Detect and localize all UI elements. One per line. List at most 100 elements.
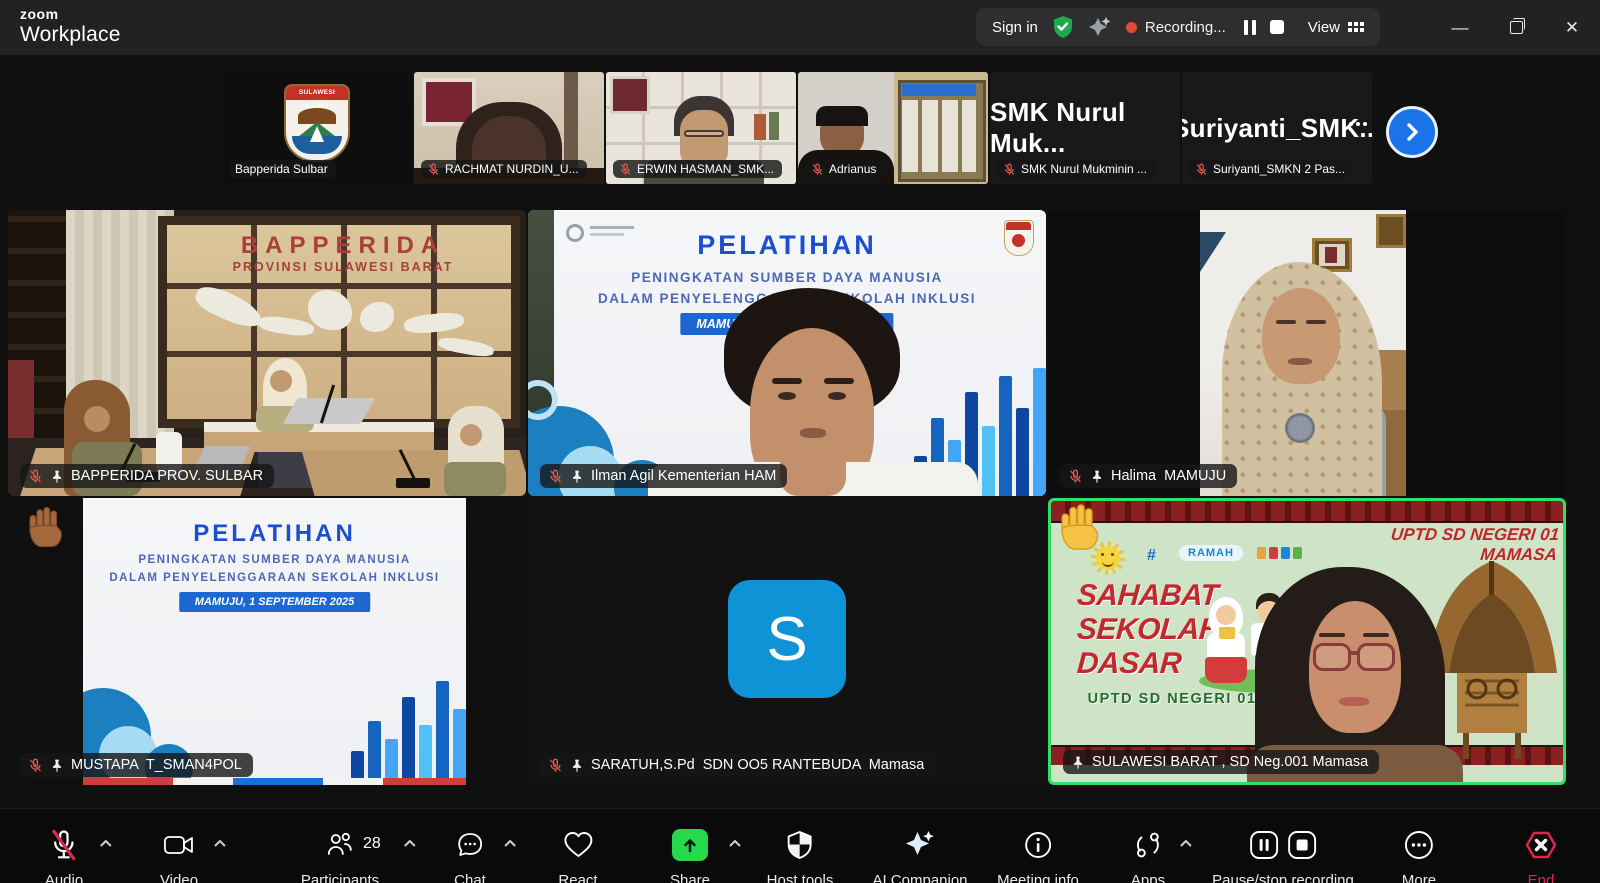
ramah-logo: RAMAH <box>1179 545 1243 561</box>
video-tile-halima[interactable]: Halima MAMUJU <box>1048 210 1566 496</box>
room-sign-line2: PROVINSI SULAWESI BARAT <box>178 260 508 274</box>
muted-mic-icon <box>28 758 43 773</box>
meeting-info-button[interactable]: Meeting info <box>997 827 1079 883</box>
close-button[interactable]: ✕ <box>1544 0 1600 55</box>
hashtag-logo: # <box>1147 547 1156 565</box>
stop-recording-icon[interactable] <box>1270 20 1284 34</box>
banner-title3: DASAR <box>1076 647 1183 681</box>
muted-mic-icon <box>619 163 632 176</box>
next-page-button[interactable] <box>1386 106 1438 158</box>
pin-icon <box>1090 469 1104 484</box>
participants-icon <box>325 830 355 860</box>
poster-badge: MAMUJU, 1 SEPTEMBER 2025 <box>179 592 371 612</box>
brand-zoom: zoom <box>20 7 121 21</box>
chevron-up-icon[interactable] <box>403 839 417 848</box>
poster-title: PELATIHAN <box>83 520 466 548</box>
participant-name-pill: Ilman Agil Kementerian HAM <box>540 464 787 488</box>
sign-in-button[interactable]: Sign in <box>992 19 1038 36</box>
pin-icon <box>1071 755 1085 770</box>
security-shield-icon[interactable] <box>1052 15 1074 39</box>
participant-name-pill: SULAWESI BARAT , SD Neg.001 Mamasa <box>1063 750 1379 774</box>
ai-companion-button[interactable]: AI Companion <box>872 827 967 883</box>
muted-mic-icon <box>548 758 563 773</box>
chevron-up-icon[interactable] <box>503 839 517 848</box>
filmstrip-tile-suriyanti[interactable]: Suriyanti_SMK... Suriyanti_SMKN 2 Pas... <box>1182 72 1372 184</box>
video-tile-sulawesi-barat-active-speaker[interactable]: UPTD SD NEGERI 01 MAMASA # RAMAH SAHABAT… <box>1048 498 1566 785</box>
video-button[interactable]: Video <box>160 827 198 883</box>
share-screen-icon <box>672 829 708 861</box>
view-button[interactable]: View <box>1308 19 1364 36</box>
record-dot-icon <box>1126 22 1137 33</box>
restore-button[interactable] <box>1488 0 1544 55</box>
portrait-video <box>1200 210 1406 496</box>
pause-recording-icon[interactable] <box>1244 20 1256 35</box>
filmstrip-tile-smk-nurul[interactable]: SMK Nurul Muk... SMK Nurul Mukminin ... <box>990 72 1180 184</box>
avatar: S <box>728 580 846 698</box>
meeting-toolbar: Audio Video 28 Participants Chat <box>0 808 1600 883</box>
pause-stop-recording-button[interactable]: Pause/stop recording <box>1212 827 1354 883</box>
participant-name: Bapperida Sulbar <box>235 162 328 176</box>
room-sign-line1: BAPPERIDA <box>178 232 508 260</box>
end-meeting-icon <box>1524 829 1558 861</box>
muted-mic-icon <box>548 469 563 484</box>
portrait-video: PELATIHAN PENINGKATAN SUMBER DAYA MANUSI… <box>83 498 466 785</box>
gallery-view-icon <box>1348 22 1364 32</box>
participants-button[interactable]: 28 Participants <box>301 827 379 883</box>
chevron-up-icon[interactable] <box>728 839 742 848</box>
video-tile-bapperida[interactable]: BAPPERIDA PROVINSI SULAWESI BARAT <box>8 210 526 496</box>
participant-name-pill: Suriyanti_SMKN 2 Pas... <box>1189 160 1353 178</box>
muted-mic-icon <box>1003 163 1016 176</box>
filmstrip-tile-rachmat[interactable]: RACHMAT NURDIN_U... <box>414 72 604 184</box>
chevron-up-icon[interactable] <box>1179 839 1193 848</box>
participants-count: 28 <box>363 835 381 853</box>
audio-button[interactable]: Audio <box>45 827 83 883</box>
recording-indicator: Recording... <box>1126 19 1284 36</box>
tile-options-dots[interactable] <box>1349 122 1367 126</box>
pause-recording-icon[interactable] <box>1248 829 1280 861</box>
apps-icon <box>1133 830 1163 860</box>
video-tile-saratuh[interactable]: S SARATUH,S.Pd SDN OO5 RANTEBUDA Mamasa <box>528 498 1046 785</box>
meeting-room-scene: BAPPERIDA PROVINSI SULAWESI BARAT <box>8 210 526 496</box>
participant-name: SMK Nurul Mukminin ... <box>1021 162 1147 176</box>
pin-icon <box>570 469 584 484</box>
sulawesi-barat-crest: SULAWESI BARAT <box>284 84 350 162</box>
muted-mic-icon <box>427 163 440 176</box>
camera-icon <box>163 832 195 858</box>
video-tile-mustapa[interactable]: PELATIHAN PENINGKATAN SUMBER DAYA MANUSI… <box>8 498 526 785</box>
filmstrip-tile-adrianus[interactable]: Adrianus <box>798 72 988 184</box>
share-button[interactable]: Share <box>670 827 710 883</box>
classroom-banner-scene: UPTD SD NEGERI 01 MAMASA # RAMAH SAHABAT… <box>1051 501 1563 782</box>
participant-name: BAPPERIDA PROV. SULBAR <box>71 468 263 484</box>
more-button[interactable]: More <box>1402 827 1436 883</box>
filmstrip-tile-erwin[interactable]: ERWIN HASMAN_SMK... <box>606 72 796 184</box>
host-tools-button[interactable]: Host tools <box>767 827 834 883</box>
chat-button[interactable]: Chat <box>454 827 486 883</box>
chevron-up-icon[interactable] <box>99 839 113 848</box>
chevron-right-icon <box>1402 122 1422 142</box>
participant-name-pill: Bapperida Sulbar <box>229 160 336 178</box>
apps-button[interactable]: Apps <box>1131 827 1165 883</box>
end-button[interactable]: End <box>1524 827 1558 883</box>
pin-icon <box>50 758 64 773</box>
participant-name: SARATUH,S.Pd SDN OO5 RANTEBUDA Mamasa <box>591 757 924 773</box>
poster-line1: PENINGKATAN SUMBER DAYA MANUSIA <box>528 270 1046 285</box>
video-tile-ilman[interactable]: PELATIHAN PENINGKATAN SUMBER DAYA MANUSI… <box>528 210 1046 496</box>
heart-icon <box>562 830 594 860</box>
participant-name-pill: MUSTAPA T_SMAN4POL <box>20 753 253 777</box>
chevron-up-icon[interactable] <box>213 839 227 848</box>
brand-workplace: Workplace <box>20 24 121 45</box>
muted-mic-icon <box>811 163 824 176</box>
react-button[interactable]: React <box>558 827 597 883</box>
ai-sparkle-icon[interactable] <box>1088 15 1112 39</box>
filmstrip-tile-bapperida-sulbar[interactable]: SULAWESI BARAT Bapperida Sulbar <box>222 72 412 184</box>
colorful-logo <box>1257 547 1302 559</box>
poster-title: PELATIHAN <box>528 230 1046 261</box>
banner-title1: SAHABAT <box>1076 579 1219 613</box>
minimize-button[interactable]: — <box>1432 0 1488 55</box>
participant-name-pill: SARATUH,S.Pd SDN OO5 RANTEBUDA Mamasa <box>540 753 935 777</box>
participant-name: Ilman Agil Kementerian HAM <box>591 468 776 484</box>
info-icon <box>1023 830 1053 860</box>
participant-name: SULAWESI BARAT , SD Neg.001 Mamasa <box>1092 754 1368 770</box>
bar-decoration <box>351 675 466 785</box>
stop-recording-icon[interactable] <box>1286 829 1318 861</box>
